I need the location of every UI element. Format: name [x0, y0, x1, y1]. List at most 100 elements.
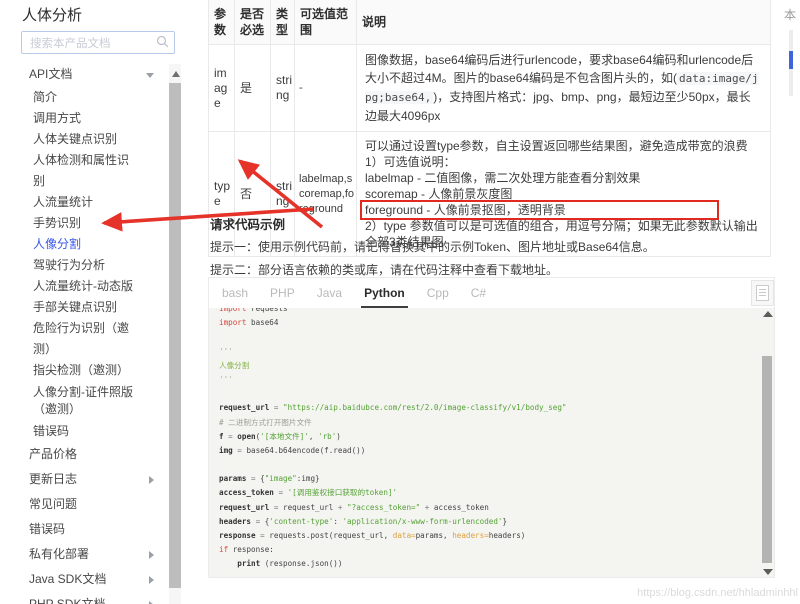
- column-header: 类型: [271, 0, 295, 45]
- code-scrollbar-thumb[interactable]: [762, 356, 772, 563]
- sidebar-item-21[interactable]: PHP SDK文档: [0, 592, 168, 604]
- sidebar-item-label: 手部关键点识别: [33, 300, 117, 314]
- sidebar-item-label: 人流量统计: [33, 195, 93, 209]
- sidebar-item-14[interactable]: 错误码: [0, 421, 168, 442]
- highlighted-desc-line: foreground - 人像前景抠图，透明背景: [365, 202, 762, 218]
- column-header: 说明: [357, 0, 771, 45]
- tab-csharp[interactable]: C#: [468, 278, 489, 306]
- chevron-right-icon: [149, 476, 154, 484]
- sidebar-item-label: 危险行为识别（邀测）: [33, 321, 129, 356]
- sidebar-item-13[interactable]: 人像分割-证件照版（邀测）: [0, 381, 168, 421]
- sidebar-item-3[interactable]: 人体关键点识别: [0, 129, 168, 150]
- sidebar-item-label: 人像分割-证件照版（邀测）: [33, 385, 133, 416]
- code-line: params = {"image":img}: [219, 472, 774, 486]
- sidebar-item-label: 简介: [33, 90, 57, 104]
- sidebar-item-12[interactable]: 指尖检测（邀测）: [0, 360, 168, 381]
- code-scroll-up-icon[interactable]: [763, 311, 773, 317]
- search-box[interactable]: 搜索本产品文档: [21, 31, 175, 54]
- sidebar-item-1[interactable]: 简介: [0, 87, 168, 108]
- sidebar-item-label: 私有化部署: [29, 547, 89, 561]
- copy-icon: [756, 285, 769, 301]
- tip-one: 提示一：使用示例代码前，请记得替换其中的示例Token、图片地址或Base64信…: [210, 238, 655, 255]
- desc-line: labelmap - 二值图像，需二次处理方能查看分割效果: [365, 170, 762, 186]
- code-line: import base64: [219, 316, 774, 330]
- sidebar-item-15[interactable]: 产品价格: [0, 442, 168, 467]
- param-range-cell: -: [295, 45, 357, 132]
- sidebar-item-label: 驾驶行为分析: [33, 258, 105, 272]
- copy-code-button[interactable]: [751, 280, 774, 306]
- column-header: 可选值范围: [295, 0, 357, 45]
- code-panel: bashPHPJavaPythonCppC# import requestsim…: [208, 277, 775, 578]
- code-line: request_url = "https://aip.baidubce.com/…: [219, 401, 774, 415]
- tab-php[interactable]: PHP: [267, 278, 298, 306]
- sidebar-item-label: Java SDK文档: [29, 572, 106, 586]
- sidebar-item-6[interactable]: 手势识别: [0, 213, 168, 234]
- code-line: response = requests.post(request_url, da…: [219, 529, 774, 543]
- sidebar-title: 人体分析: [22, 4, 82, 25]
- sidebar-nav: API文档简介调用方式人体关键点识别人体检测和属性识别人流量统计手势识别人像分割…: [0, 62, 168, 604]
- sidebar-item-10[interactable]: 手部关键点识别: [0, 297, 168, 318]
- param-table: 参数是否必选类型可选值范围说明image是string-图像数据，base64编…: [208, 0, 771, 257]
- code-line: [219, 330, 774, 344]
- code-editor[interactable]: import requestsimport base64 '''人像分割''' …: [209, 308, 774, 577]
- scroll-up-icon[interactable]: [172, 71, 180, 77]
- sidebar-item-8[interactable]: 驾驶行为分析: [0, 255, 168, 276]
- sidebar-item-20[interactable]: Java SDK文档: [0, 567, 168, 592]
- code-line: [219, 458, 774, 472]
- sidebar-item-7[interactable]: 人像分割: [0, 234, 168, 255]
- sidebar-item-5[interactable]: 人流量统计: [0, 192, 168, 213]
- sidebar-item-19[interactable]: 私有化部署: [0, 542, 168, 567]
- code-line: import requests: [219, 308, 774, 316]
- param-desc-cell: 图像数据，base64编码后进行urlencode，要求base64编码和url…: [357, 45, 771, 132]
- code-language-tabs: bash PHP Java Python Cpp C#: [209, 278, 774, 308]
- table-row: image是string-图像数据，base64编码后进行urlencode，要…: [209, 45, 771, 132]
- chevron-right-icon: [149, 576, 154, 584]
- sidebar-item-label: 产品价格: [29, 447, 77, 461]
- column-header: 是否必选: [235, 0, 271, 45]
- code-line: img = base64.b64encode(f.read()): [219, 444, 774, 458]
- code-line: f = open('[本地文件]', 'rb'): [219, 430, 774, 444]
- toc-partial-label: 本: [784, 6, 800, 23]
- param-type-cell: string: [271, 45, 295, 132]
- desc-line: 1）可选值说明：: [365, 154, 762, 170]
- code-line: # 二进制方式打开图片文件: [219, 416, 774, 430]
- code-line: if response:: [219, 543, 774, 557]
- sidebar-item-label: 错误码: [33, 424, 69, 438]
- sidebar-item-16[interactable]: 更新日志: [0, 467, 168, 492]
- sidebar-item-label: 错误码: [29, 522, 65, 536]
- code-line: access_token = '[调用鉴权接口获取的token]': [219, 486, 774, 500]
- sidebar-item-label: 指尖检测（邀测）: [33, 363, 129, 377]
- sidebar-item-label: PHP SDK文档: [29, 597, 105, 604]
- sidebar-item-label: 常见问题: [29, 497, 77, 511]
- sidebar-item-label: 人体检测和属性识别: [33, 153, 129, 188]
- watermark: https://blog.csdn.net/hhladminhhl: [637, 587, 798, 599]
- sidebar-item-18[interactable]: 错误码: [0, 517, 168, 542]
- sidebar-item-11[interactable]: 危险行为识别（邀测）: [0, 318, 168, 360]
- section-heading: 请求代码示例: [210, 214, 285, 233]
- code-line: ''': [219, 345, 774, 359]
- sidebar-item-label: API文档: [29, 67, 72, 81]
- search-input[interactable]: 搜索本产品文档: [30, 35, 111, 51]
- sidebar-item-label: 人像分割: [33, 237, 81, 251]
- tab-python[interactable]: Python: [361, 278, 408, 308]
- sidebar-item-2[interactable]: 调用方式: [0, 108, 168, 129]
- code-line: request_url = request_url + "?access_tok…: [219, 501, 774, 515]
- tab-java[interactable]: Java: [314, 278, 345, 306]
- code-line: print (response.json()): [219, 557, 774, 571]
- code-line: headers = {'content-type': 'application/…: [219, 515, 774, 529]
- sidebar-item-0[interactable]: API文档: [0, 62, 168, 87]
- sidebar-scrollbar-thumb[interactable]: [169, 83, 181, 588]
- sidebar-item-9[interactable]: 人流量统计-动态版: [0, 276, 168, 297]
- code-content: import requestsimport base64 '''人像分割''' …: [209, 308, 774, 572]
- tab-bash[interactable]: bash: [219, 278, 251, 306]
- sidebar-item-4[interactable]: 人体检测和属性识别: [0, 150, 168, 192]
- toc-active-indicator: [789, 51, 793, 69]
- code-scroll-down-icon[interactable]: [763, 569, 773, 575]
- sidebar-item-label: 人流量统计-动态版: [33, 279, 133, 293]
- sidebar-item-17[interactable]: 常见问题: [0, 492, 168, 517]
- page: 人体分析 搜索本产品文档 API文档简介调用方式人体关键点识别人体检测和属性识别…: [0, 0, 800, 604]
- param-name-cell: image: [209, 45, 235, 132]
- code-line: ''': [219, 373, 774, 387]
- sidebar-item-label: 人体关键点识别: [33, 132, 117, 146]
- tab-cpp[interactable]: Cpp: [424, 278, 452, 306]
